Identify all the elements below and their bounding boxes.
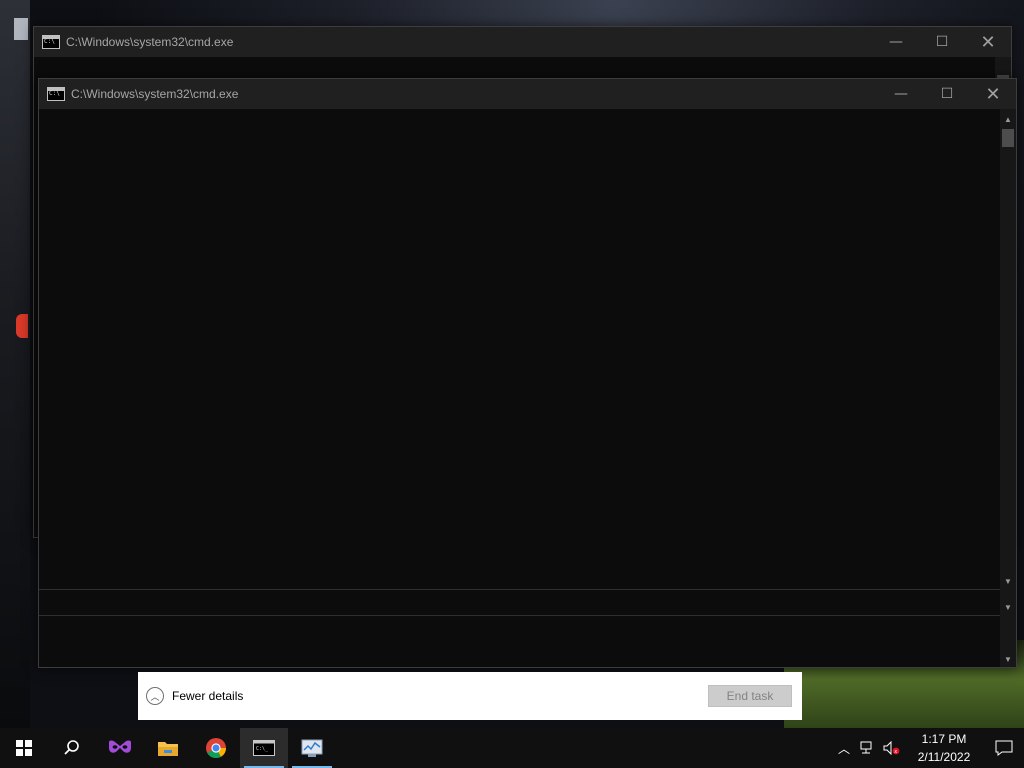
- scrollbar-thumb[interactable]: [1002, 129, 1014, 147]
- console-area[interactable]: [39, 109, 1000, 667]
- window-title: C:\Windows\system32\cmd.exe: [66, 35, 234, 49]
- vertical-scrollbar[interactable]: ▲ ▼ ▼ ▼: [1000, 109, 1016, 667]
- notification-icon: [995, 740, 1013, 756]
- clock-time: 1:17 PM: [921, 732, 967, 746]
- system-tray: ︿ x 1:17 PM 2/11/2022: [832, 728, 1024, 768]
- windows-logo-icon: [16, 740, 32, 756]
- taskbar-app-cmd[interactable]: C:\_: [240, 728, 288, 768]
- taskbar-app-file-explorer[interactable]: [144, 728, 192, 768]
- taskbar-app-mask[interactable]: [96, 728, 144, 768]
- task-manager-icon: [301, 739, 323, 757]
- desktop-icon-recycle-bin[interactable]: [14, 18, 28, 40]
- scroll-down-arrow-icon[interactable]: ▼: [1000, 573, 1016, 589]
- clock[interactable]: 1:17 PM 2/11/2022: [904, 730, 984, 766]
- chevron-up-icon[interactable]: ︿: [146, 687, 164, 705]
- titlebar[interactable]: C:\Windows\system32\cmd.exe — ☐ ✕: [39, 79, 1016, 109]
- search-icon: [64, 740, 79, 755]
- titlebar[interactable]: C:\Windows\system32\cmd.exe — ☐ ✕: [34, 27, 1011, 57]
- scroll-up-arrow-icon[interactable]: ▲: [1000, 111, 1016, 127]
- network-icon[interactable]: [856, 728, 880, 768]
- task-manager-footer: ︿ Fewer details End task: [138, 672, 802, 720]
- svg-text:C:\_: C:\_: [256, 746, 269, 752]
- chevron-up-icon[interactable]: ︿: [832, 728, 856, 768]
- maximize-button[interactable]: ☐: [919, 27, 965, 57]
- start-button[interactable]: [0, 728, 48, 768]
- scroll-down-arrow-icon[interactable]: ▼: [1000, 599, 1016, 615]
- minimize-button[interactable]: —: [878, 79, 924, 109]
- volume-muted-icon[interactable]: x: [880, 728, 904, 768]
- cmd-window-front[interactable]: C:\Windows\system32\cmd.exe — ☐ ✕ ▲ ▼ ▼ …: [38, 78, 1017, 668]
- close-button[interactable]: ✕: [965, 27, 1011, 57]
- scroll-down-arrow-icon[interactable]: ▼: [1000, 651, 1016, 667]
- close-button[interactable]: ✕: [970, 79, 1016, 109]
- taskbar-app-task-manager[interactable]: [288, 728, 336, 768]
- search-button[interactable]: [48, 728, 96, 768]
- svg-text:x: x: [894, 749, 897, 755]
- cmd-icon: C:\_: [253, 740, 275, 756]
- cmd-icon: [47, 87, 65, 101]
- fewer-details-link[interactable]: Fewer details: [172, 689, 243, 703]
- end-task-button[interactable]: End task: [708, 685, 792, 707]
- minimize-button[interactable]: —: [873, 27, 919, 57]
- pane-divider: [39, 615, 1000, 616]
- chrome-icon: [206, 738, 227, 759]
- clock-date: 2/11/2022: [917, 750, 971, 764]
- desktop-left-edge: [0, 0, 30, 728]
- desktop-icon-app[interactable]: [16, 314, 28, 338]
- window-title: C:\Windows\system32\cmd.exe: [71, 87, 239, 101]
- cmd-icon: [42, 35, 60, 49]
- mask-icon: [109, 740, 131, 753]
- folder-icon: [158, 742, 178, 756]
- action-center-button[interactable]: [984, 728, 1024, 768]
- taskbar: C:\_ ︿ x 1:17 PM 2/11/2022: [0, 728, 1024, 768]
- maximize-button[interactable]: ☐: [924, 79, 970, 109]
- pane-divider: [39, 589, 1000, 590]
- taskbar-app-chrome[interactable]: [192, 728, 240, 768]
